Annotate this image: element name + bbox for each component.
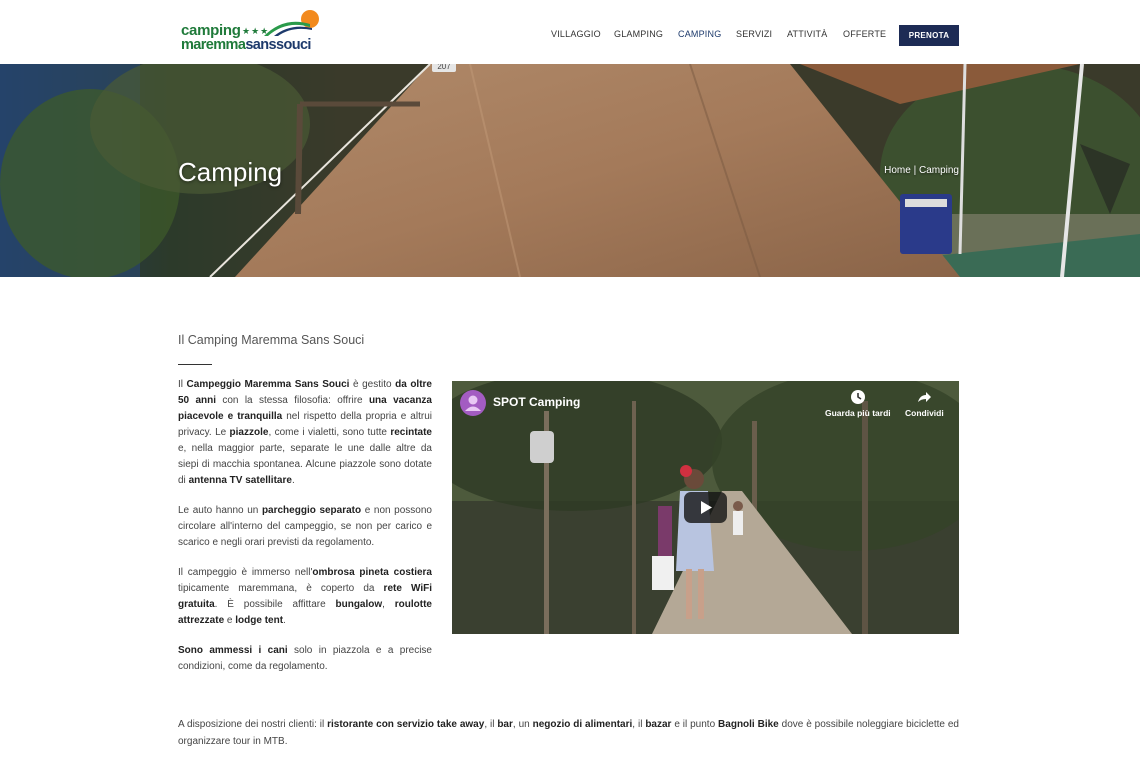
nav-item-servizi[interactable]: SERVIZI xyxy=(736,29,772,39)
bold-text: ombrosa pineta costiera xyxy=(312,567,432,578)
text-run: con la stessa filosofia: offrire xyxy=(216,395,369,406)
bold-text: ristorante con servizio take away xyxy=(327,719,485,730)
text-run: e xyxy=(224,615,236,626)
title-underline xyxy=(178,364,212,365)
breadcrumb-home[interactable]: Home xyxy=(884,165,911,176)
text-run: , il xyxy=(484,719,498,730)
logo-word-maremma-a: maremma xyxy=(181,37,246,53)
page-title: Camping xyxy=(178,157,283,187)
text-run: . xyxy=(283,615,286,626)
paragraph-intro: Il Campeggio Maremma Sans Souci è gestit… xyxy=(178,377,432,489)
text-run: Il xyxy=(178,379,187,390)
logo[interactable]: camping ★★★ maremmasanssouci xyxy=(180,8,320,54)
bold-text: parcheggio separato xyxy=(261,505,362,516)
text-run: tipicamente maremmana, è coperto da xyxy=(178,583,384,594)
logo-sun-icon xyxy=(264,10,319,36)
text-run: , come i vialetti, sono tutte xyxy=(268,427,391,438)
bold-text: negozio di alimentari xyxy=(532,719,633,730)
nav-item-offerte[interactable]: OFFERTE xyxy=(843,29,886,39)
text-run: e il punto xyxy=(671,719,719,730)
text-run: Le auto hanno un xyxy=(178,505,262,516)
video-player[interactable]: SPOT Camping Guarda più tardi Condividi xyxy=(452,381,959,634)
nav-item-camping[interactable]: CAMPING xyxy=(678,29,721,39)
bold-text: Sono ammessi i cani xyxy=(178,645,288,656)
user-icon[interactable] xyxy=(460,390,486,416)
bold-text: bazar xyxy=(645,719,672,730)
bold-text: lodge tent xyxy=(235,615,284,626)
text-run: Il campeggio è immerso nell' xyxy=(178,567,313,578)
text-run: A disposizione dei nostri clienti: il xyxy=(178,719,328,730)
bold-text: Bagnoli Bike xyxy=(718,719,779,730)
breadcrumb-separator: | xyxy=(913,165,917,176)
text-run: è gestito xyxy=(349,379,396,390)
hero-background-image: 207 xyxy=(0,64,1140,277)
breadcrumb-current: Camping xyxy=(918,165,959,176)
video-title[interactable]: SPOT Camping xyxy=(493,395,580,409)
play-button[interactable] xyxy=(684,492,727,523)
hero-banner: 207 Camping Home | Camping xyxy=(0,64,1140,277)
nav-item-attivita[interactable]: ATTIVITÀ xyxy=(787,29,827,39)
text-run: , xyxy=(382,599,395,610)
bold-text: bungalow xyxy=(335,599,383,610)
paragraph-parking: Le auto hanno un parcheggio separato e n… xyxy=(178,503,432,551)
breadcrumb: Home | Camping xyxy=(884,165,959,176)
share-icon xyxy=(918,392,932,402)
nav-item-villaggio[interactable]: VILLAGGIO xyxy=(551,29,601,39)
watch-later-button[interactable]: Guarda più tardi xyxy=(825,389,891,418)
share-label: Condividi xyxy=(905,408,944,418)
tent-number: 207 xyxy=(437,64,451,71)
bold-text: piazzole xyxy=(229,427,269,438)
clock-icon xyxy=(850,390,865,404)
bold-text: recintate xyxy=(390,427,432,438)
play-icon xyxy=(701,501,712,514)
watch-later-label: Guarda più tardi xyxy=(825,408,891,418)
bold-text: Campeggio Maremma Sans Souci xyxy=(186,379,350,390)
content-column: Il Campeggio Maremma Sans Souci è gestit… xyxy=(178,377,432,689)
text-run: . È possibile affittare xyxy=(214,599,336,610)
share-button[interactable]: Condividi xyxy=(905,389,944,418)
paragraph-pineta: Il campeggio è immerso nell'ombrosa pine… xyxy=(178,565,432,629)
nav-item-glamping[interactable]: GLAMPING xyxy=(614,29,663,39)
site-header: camping ★★★ maremmasanssouci VILLAGGIO G… xyxy=(0,0,1140,64)
section-title: Il Camping Maremma Sans Souci xyxy=(178,333,365,347)
bold-text: bar xyxy=(497,719,513,730)
bold-text: antenna TV satellitare xyxy=(188,475,292,486)
text-run: , un xyxy=(512,719,533,730)
prenota-button[interactable]: PRENOTA xyxy=(899,25,959,46)
services-paragraph: A disposizione dei nostri clienti: il ri… xyxy=(178,716,959,750)
text-run: , il xyxy=(632,719,646,730)
paragraph-dogs: Sono ammessi i cani solo in piazzola e a… xyxy=(178,643,432,675)
text-run: . xyxy=(291,475,295,486)
